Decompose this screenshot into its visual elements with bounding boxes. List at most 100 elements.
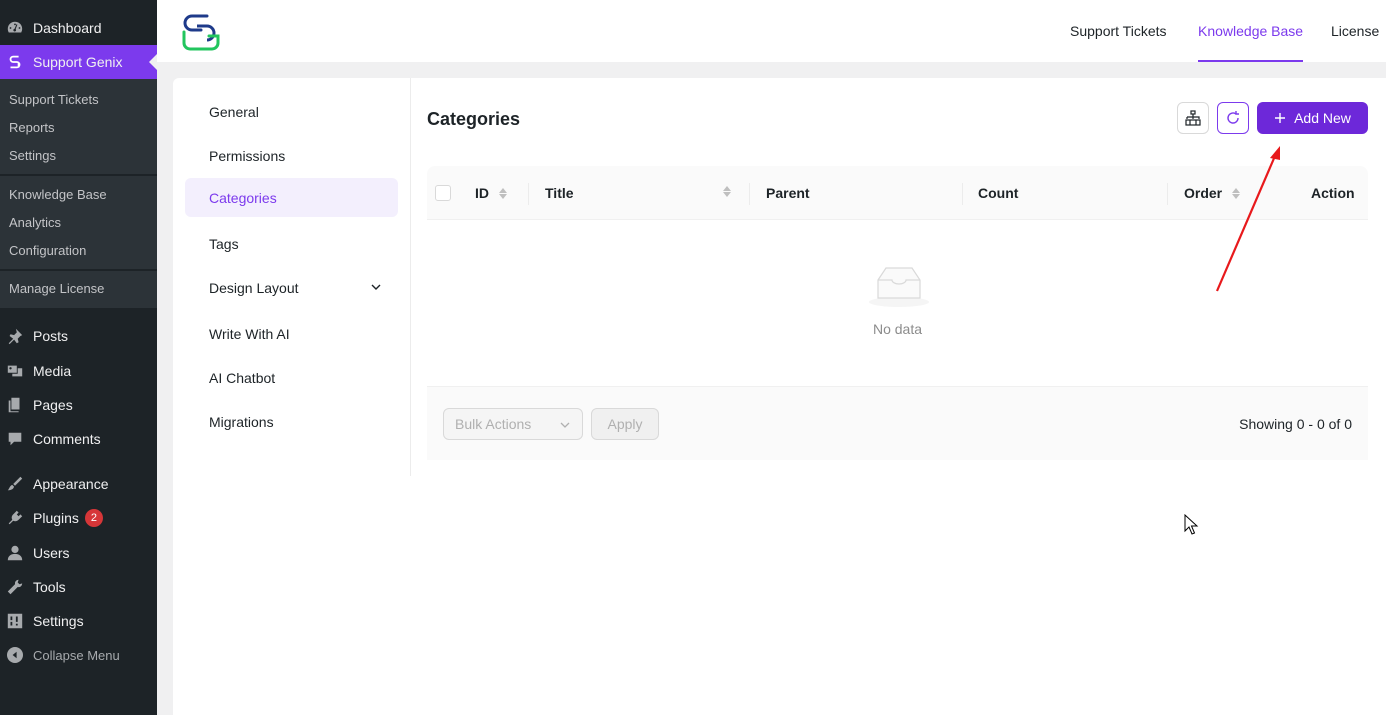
settings-nav: General Permissions Categories Tags Desi… xyxy=(173,78,411,476)
sitemap-button[interactable] xyxy=(1177,102,1209,134)
collapse-icon xyxy=(5,645,25,665)
nav-label: Tags xyxy=(209,235,239,252)
main-card: General Permissions Categories Tags Desi… xyxy=(173,78,1386,715)
chevron-down-icon xyxy=(371,284,381,290)
submenu-divider xyxy=(0,174,157,176)
submenu-analytics[interactable]: Analytics xyxy=(9,215,61,230)
wp-menu-appearance[interactable]: Appearance xyxy=(0,467,157,501)
nav-label: Categories xyxy=(209,189,277,206)
plugins-update-badge: 2 xyxy=(84,509,103,527)
submenu-settings[interactable]: Settings xyxy=(9,148,56,163)
plugin-icon xyxy=(5,508,25,528)
wp-menu-label: Pages xyxy=(33,397,73,413)
media-icon xyxy=(5,361,25,381)
wp-collapse-menu[interactable]: Collapse Menu xyxy=(0,638,157,672)
settings-nav-ai-chatbot[interactable]: AI Chatbot xyxy=(185,358,398,397)
settings-nav-write-with-ai[interactable]: Write With AI xyxy=(185,314,398,353)
settings-nav-design-layout[interactable]: Design Layout xyxy=(185,268,398,307)
sort-icon[interactable] xyxy=(1232,187,1241,199)
page-title: Categories xyxy=(427,109,521,129)
topnav-support-tickets[interactable]: Support Tickets xyxy=(1070,0,1167,62)
nav-label: Migrations xyxy=(209,413,274,430)
topnav-license[interactable]: License xyxy=(1331,0,1379,62)
settings-nav-migrations[interactable]: Migrations xyxy=(185,402,398,441)
column-label: Title xyxy=(545,185,574,201)
plus-icon xyxy=(1275,113,1286,123)
empty-inbox-icon xyxy=(869,267,929,307)
settings-nav-general[interactable]: General xyxy=(185,92,398,131)
nav-label: Permissions xyxy=(209,147,286,164)
submenu-reports[interactable]: Reports xyxy=(9,120,55,135)
nav-label: General xyxy=(209,103,259,120)
column-divider xyxy=(528,183,529,205)
column-action: Action xyxy=(1311,166,1355,220)
refresh-icon xyxy=(1227,111,1239,124)
column-label: ID xyxy=(475,185,489,201)
submenu-configuration[interactable]: Configuration xyxy=(9,243,86,258)
column-title[interactable]: Title xyxy=(545,166,574,220)
support-genix-logo-icon[interactable] xyxy=(180,12,220,52)
apply-button[interactable]: Apply xyxy=(591,408,659,440)
table-footer: Bulk Actions Apply Showing 0 - 0 of 0 xyxy=(427,387,1368,460)
sort-icon[interactable] xyxy=(723,186,731,197)
refresh-button[interactable] xyxy=(1217,102,1249,134)
wrench-icon xyxy=(5,577,25,597)
wp-menu-label: Settings xyxy=(33,613,84,629)
wp-menu-media[interactable]: Media xyxy=(0,354,157,388)
settings-nav-tags[interactable]: Tags xyxy=(185,224,398,263)
column-order[interactable]: Order xyxy=(1184,166,1241,220)
settings-nav-categories[interactable]: Categories xyxy=(185,178,398,217)
bulk-actions-select[interactable]: Bulk Actions xyxy=(443,408,583,440)
column-parent: Parent xyxy=(766,166,810,220)
user-icon xyxy=(5,543,25,563)
wp-menu-label: Plugins xyxy=(33,510,79,526)
wp-menu-pages[interactable]: Pages xyxy=(0,388,157,422)
mouse-cursor-icon xyxy=(1184,514,1199,535)
submenu-support-tickets[interactable]: Support Tickets xyxy=(9,92,99,107)
wp-menu-users[interactable]: Users xyxy=(0,536,157,570)
settings-icon xyxy=(5,611,25,631)
wp-menu-label: Tools xyxy=(33,579,66,595)
column-count: Count xyxy=(978,166,1018,220)
categories-table: ID Title Parent Count Order Action No da… xyxy=(427,166,1368,460)
dashboard-icon xyxy=(5,18,25,38)
select-all-checkbox[interactable] xyxy=(435,185,451,201)
wp-menu-comments[interactable]: Comments xyxy=(0,422,157,456)
wp-menu-label: Appearance xyxy=(33,476,109,492)
pin-icon xyxy=(5,326,25,346)
wp-menu-tools[interactable]: Tools xyxy=(0,570,157,604)
topnav-knowledge-base[interactable]: Knowledge Base xyxy=(1198,0,1304,62)
pages-icon xyxy=(5,395,25,415)
comments-icon xyxy=(5,429,25,449)
empty-state: No data xyxy=(427,220,1368,387)
column-divider xyxy=(1167,183,1168,205)
wp-menu-label: Support Genix xyxy=(33,54,123,70)
nav-label: Write With AI xyxy=(209,325,290,342)
column-id[interactable]: ID xyxy=(475,166,507,220)
add-new-label: Add New xyxy=(1294,110,1351,126)
wp-menu-label: Collapse Menu xyxy=(33,647,120,663)
wp-menu-plugins[interactable]: Plugins 2 xyxy=(0,501,157,535)
column-label: Action xyxy=(1311,185,1355,201)
empty-text: No data xyxy=(872,321,923,337)
wp-menu-settings[interactable]: Settings xyxy=(0,604,157,638)
add-new-button[interactable]: Add New xyxy=(1257,102,1368,134)
column-label: Count xyxy=(978,185,1019,201)
column-label: Order xyxy=(1184,185,1223,201)
plugin-topbar: Support Tickets Knowledge Base License xyxy=(157,0,1386,62)
submenu-divider xyxy=(0,269,157,271)
wp-menu-dashboard[interactable]: Dashboard xyxy=(0,11,157,45)
table-header: ID Title Parent Count Order Action xyxy=(427,166,1368,220)
wp-menu-support-genix[interactable]: Support Genix xyxy=(0,45,157,79)
chevron-down-icon xyxy=(560,422,570,428)
settings-nav-permissions[interactable]: Permissions xyxy=(185,136,398,175)
hierarchy-icon xyxy=(1185,110,1201,126)
wp-menu-posts[interactable]: Posts xyxy=(0,319,157,353)
nav-label: AI Chatbot xyxy=(209,369,276,386)
submenu-knowledge-base[interactable]: Knowledge Base xyxy=(9,187,107,202)
wp-menu-label: Comments xyxy=(33,431,101,447)
submenu-manage-license[interactable]: Manage License xyxy=(9,281,104,296)
sort-icon[interactable] xyxy=(499,187,507,199)
support-genix-icon xyxy=(5,52,25,72)
nav-label: Design Layout xyxy=(209,279,299,296)
